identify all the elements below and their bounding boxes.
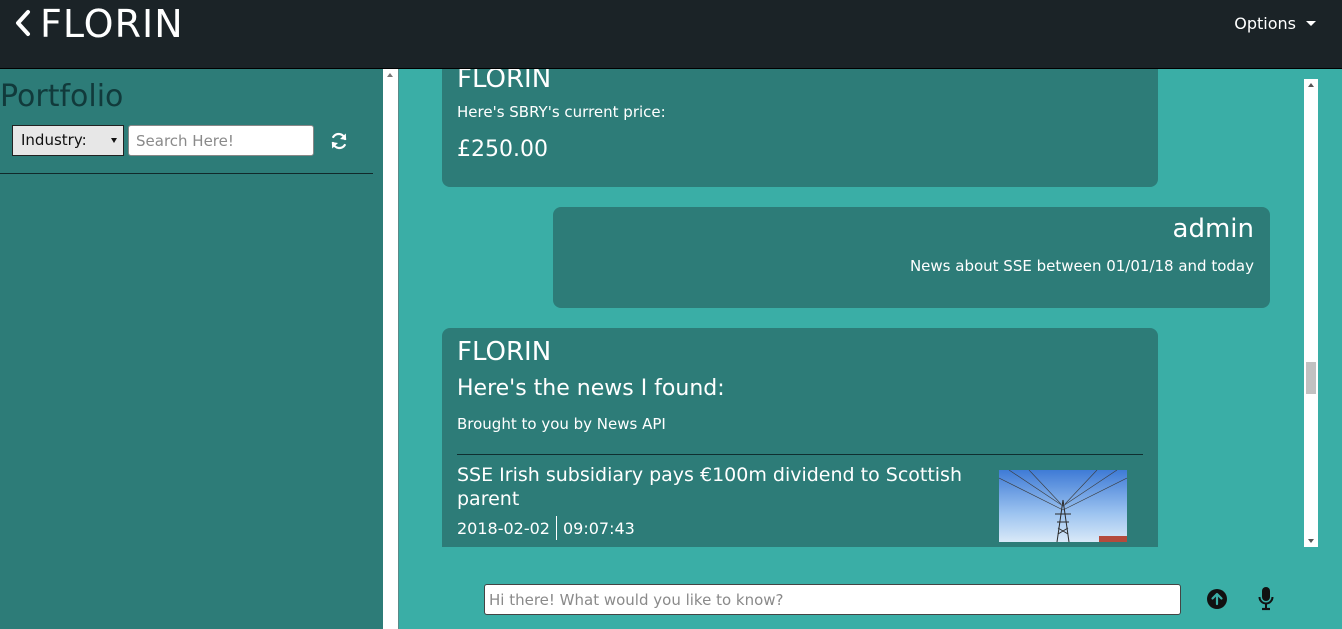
- industry-select[interactable]: Industry:: [12, 125, 124, 156]
- industry-select-value: Industry:: [21, 131, 87, 149]
- sidebar-scrollbar[interactable]: [383, 69, 399, 629]
- timestamp-separator: [555, 516, 557, 540]
- scrollbar-thumb[interactable]: [1306, 362, 1316, 394]
- options-dropdown[interactable]: Options: [1234, 14, 1316, 33]
- bot-message: FLORIN Here's the news I found: Brought …: [442, 328, 1158, 547]
- news-article-date: 2018-02-02: [457, 518, 550, 538]
- message-sender: FLORIN: [457, 337, 552, 367]
- scroll-up-arrow-icon[interactable]: [387, 73, 393, 77]
- sidebar-divider: [0, 173, 373, 174]
- scroll-down-arrow-icon[interactable]: [1308, 539, 1314, 543]
- news-article-time: 09:07:43: [562, 518, 635, 538]
- sidebar-title: Portfolio: [0, 79, 124, 114]
- news-divider: [457, 454, 1143, 455]
- chat-messages: FLORIN Here's SBRY's current price: £250…: [400, 69, 1304, 547]
- message-sender: FLORIN: [457, 69, 552, 94]
- scroll-up-arrow-icon[interactable]: [1308, 83, 1314, 87]
- portfolio-sidebar: Portfolio Industry:: [0, 69, 383, 629]
- caret-down-icon: [1306, 21, 1316, 26]
- user-message: admin News about SSE between 01/01/18 an…: [553, 207, 1270, 308]
- message-sender: admin: [1172, 214, 1254, 244]
- microphone-icon[interactable]: [1257, 586, 1275, 612]
- news-article-title-link[interactable]: SSE Irish subsidiary pays €100m dividend…: [457, 463, 967, 511]
- bot-message: FLORIN Here's SBRY's current price: £250…: [442, 69, 1158, 187]
- portfolio-search-input[interactable]: [128, 125, 314, 156]
- news-headline: Here's the news I found:: [457, 376, 725, 401]
- message-text: News about SSE between 01/01/18 and toda…: [909, 257, 1254, 275]
- stock-price: £250.00: [457, 137, 548, 162]
- back-chevron-icon[interactable]: [12, 6, 34, 40]
- message-text: Here's SBRY's current price:: [457, 103, 666, 121]
- top-navbar: FLORIN Options: [0, 0, 1342, 69]
- send-arrow-up-circle-icon[interactable]: [1206, 588, 1228, 610]
- news-article-thumbnail[interactable]: [999, 470, 1127, 542]
- chat-message-input[interactable]: [484, 584, 1181, 615]
- refresh-icon[interactable]: [329, 131, 349, 151]
- chat-scrollbar[interactable]: [1304, 79, 1318, 547]
- app-title: FLORIN: [40, 2, 184, 46]
- select-arrow-icon: [111, 138, 117, 143]
- news-article-timestamp: 2018-02-02 09:07:43: [457, 516, 635, 540]
- options-label: Options: [1234, 14, 1296, 33]
- news-credit: Brought to you by News API: [457, 415, 666, 433]
